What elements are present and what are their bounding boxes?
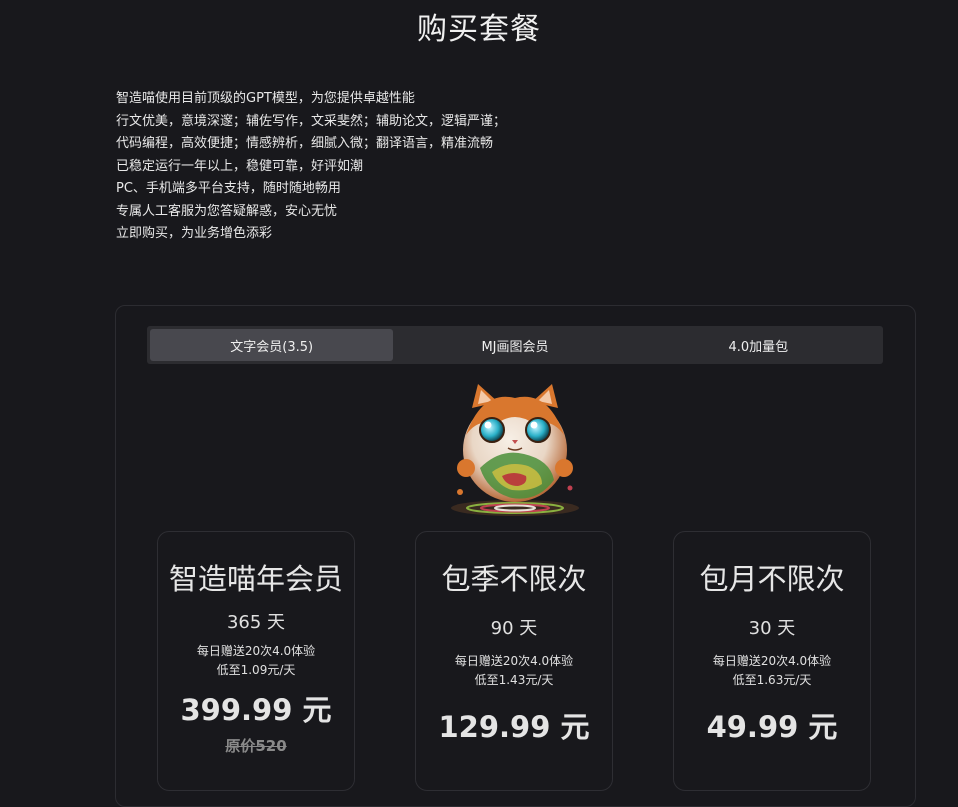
plan-daily-price-note: 低至1.43元/天	[474, 673, 554, 687]
plan-card-annual[interactable]: 智造喵年会员 365 天 每日赠送20次4.0体验 低至1.09元/天 399.…	[157, 531, 355, 791]
cat-mascot-icon	[451, 384, 579, 516]
plan-daily-price-note: 低至1.09元/天	[216, 663, 296, 677]
plan-bonus-note: 每日赠送20次4.0体验	[712, 654, 832, 668]
intro-line: 智造喵使用目前顶级的GPT模型，为您提供卓越性能	[116, 91, 415, 106]
intro-line: 行文优美，意境深邃；辅佐写作，文采斐然；辅助论文，逻辑严谨；	[116, 113, 507, 129]
plan-original-price: 原价520	[225, 737, 287, 755]
plan-price: 399.99 元	[180, 693, 332, 727]
plan-name: 智造喵年会员	[168, 562, 343, 596]
plan-card-quarterly[interactable]: 包季不限次 90 天 每日赠送20次4.0体验 低至1.43元/天 129.99…	[415, 531, 613, 791]
plan-type-tabs: 文字会员(3.5) MJ画图会员 4.0加量包	[147, 326, 883, 364]
tab-gpt4-addon[interactable]: 4.0加量包	[637, 329, 880, 361]
intro-line: 立即购买，为业务增色添彩	[116, 226, 273, 241]
plan-daily-price-note: 低至1.63元/天	[732, 673, 812, 687]
plan-price: 49.99 元	[706, 710, 838, 744]
plan-name: 包月不限次	[699, 562, 845, 596]
tab-mj-drawing-member[interactable]: MJ画图会员	[393, 329, 636, 361]
intro-text: 智造喵使用目前顶级的GPT模型，为您提供卓越性能 行文优美，意境深邃；辅佐写作，…	[116, 88, 506, 246]
intro-line: 已稳定运行一年以上，稳健可靠，好评如潮	[116, 158, 364, 174]
intro-line: PC、手机端多平台支持，随时随地畅用	[116, 181, 341, 196]
page-title: 购买套餐	[417, 12, 541, 47]
plan-price: 129.99 元	[438, 710, 590, 744]
intro-line: 专属人工客服为您答疑解惑，安心无忧	[116, 203, 338, 219]
plan-duration: 90 天	[490, 618, 538, 639]
plan-duration: 30 天	[748, 618, 796, 639]
plan-name: 包季不限次	[441, 562, 587, 596]
plan-card-monthly[interactable]: 包月不限次 30 天 每日赠送20次4.0体验 低至1.63元/天 49.99 …	[673, 531, 871, 791]
plan-bonus-note: 每日赠送20次4.0体验	[196, 644, 316, 658]
intro-line: 代码编程，高效便捷；情感辨析，细腻入微；翻译语言，精准流畅	[116, 136, 494, 151]
plan-duration: 365 天	[226, 612, 286, 633]
tab-text-member[interactable]: 文字会员(3.5)	[150, 329, 394, 361]
plan-bonus-note: 每日赠送20次4.0体验	[454, 654, 574, 668]
